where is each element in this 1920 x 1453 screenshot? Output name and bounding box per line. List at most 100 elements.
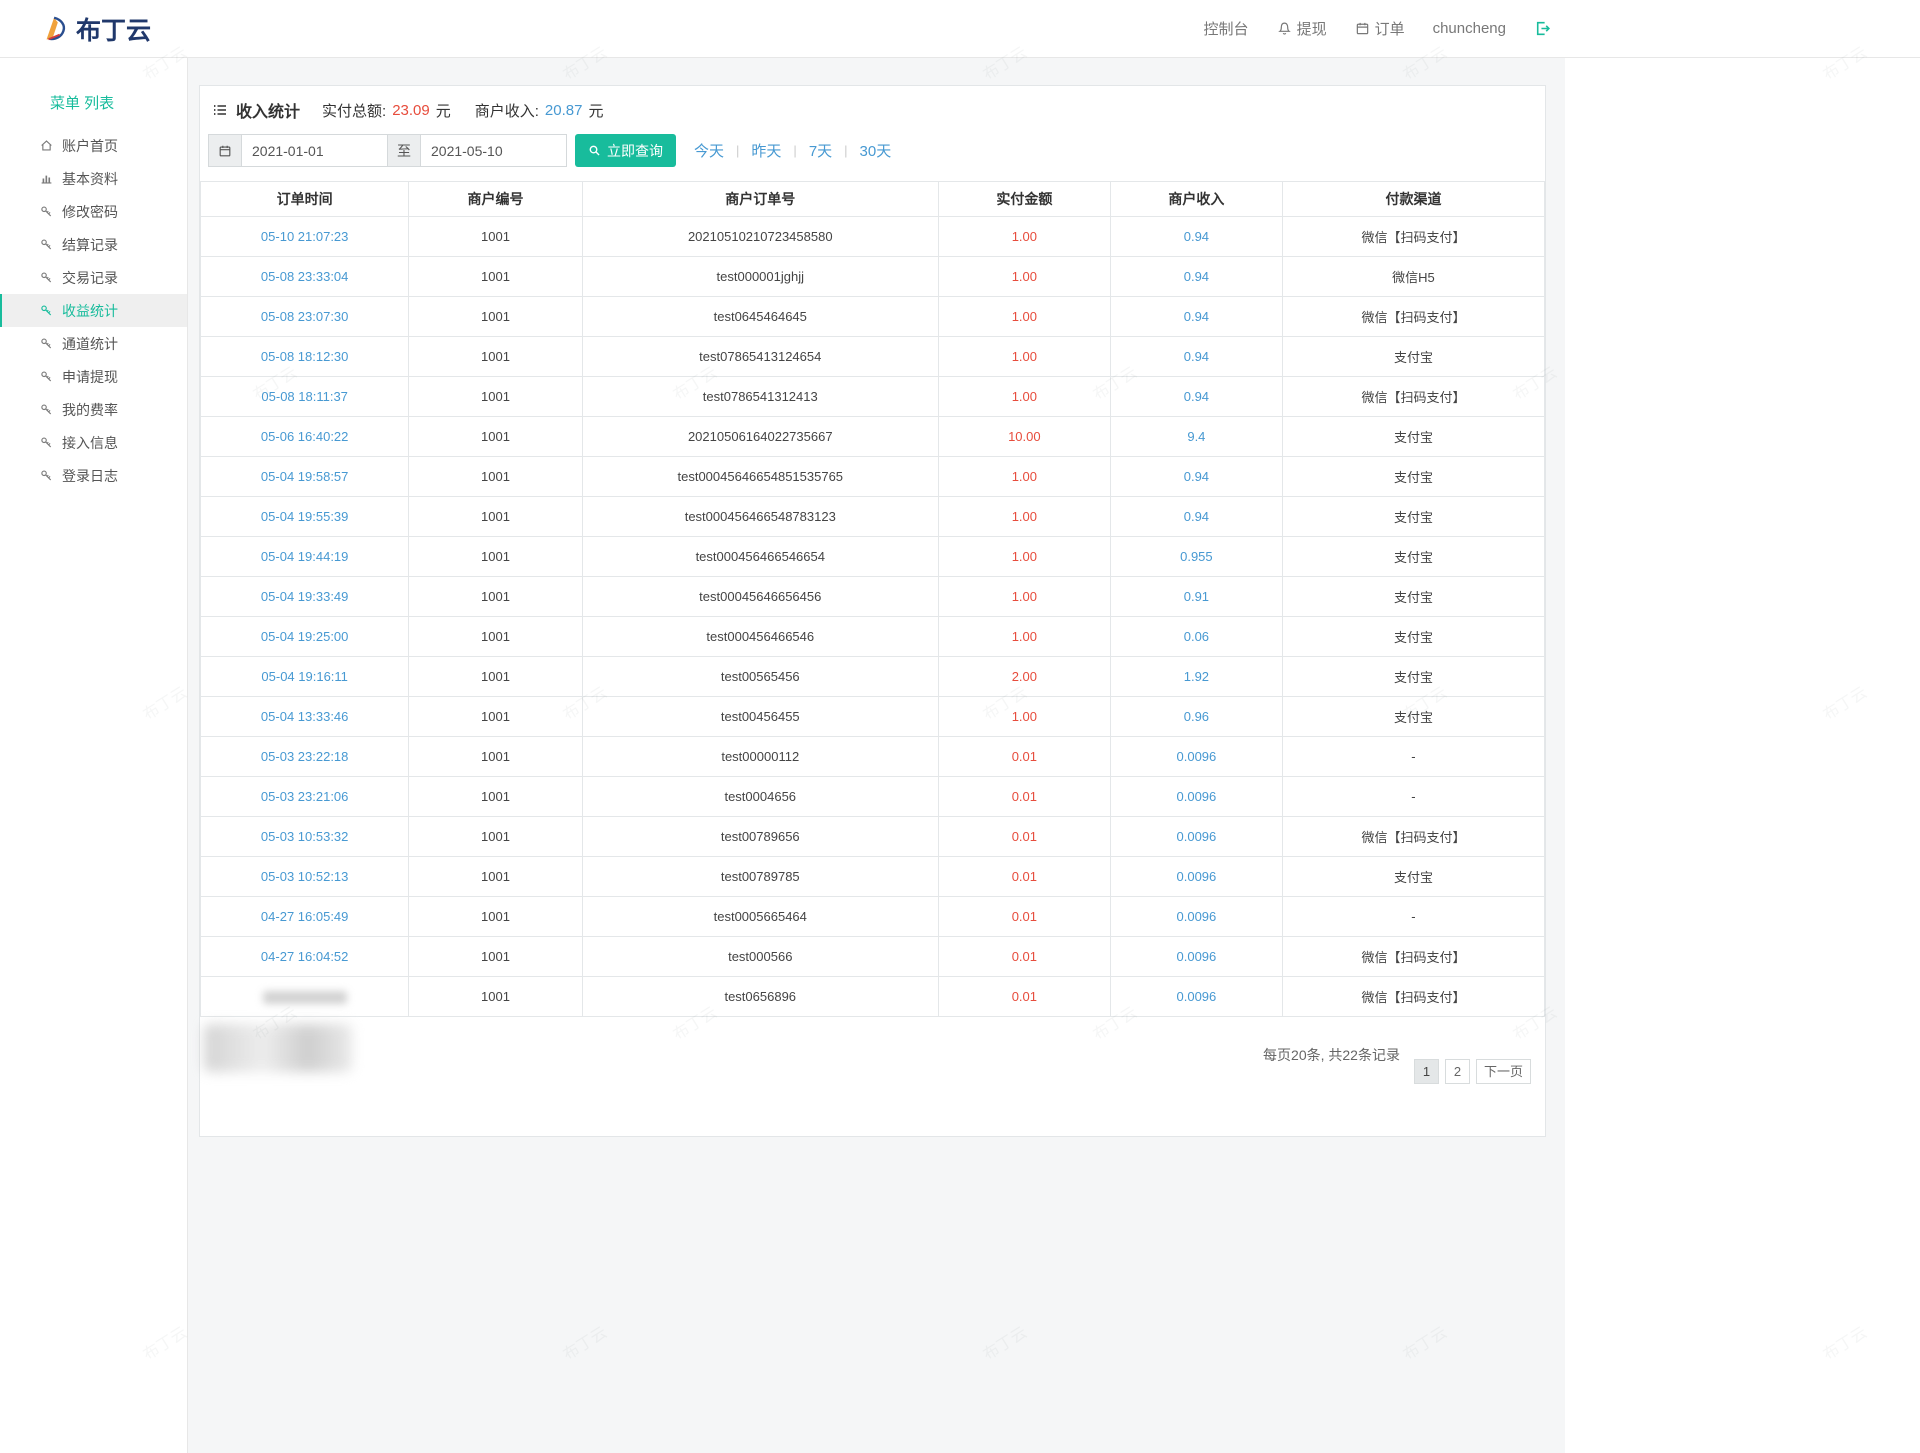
order-no-cell: test000001jghjj — [581, 256, 939, 297]
order-time-link[interactable]: 05-04 19:58:57 — [261, 469, 348, 484]
sidebar-item-label: 结算记录 — [62, 236, 118, 253]
nav-withdraw-link[interactable]: 提现 — [1277, 18, 1327, 39]
order-no-cell: test0004656 — [581, 776, 939, 817]
paid-amount-cell: 1.00 — [937, 296, 1111, 337]
logout-icon[interactable] — [1534, 20, 1551, 37]
order-time-link[interactable]: 05-04 19:44:19 — [261, 549, 348, 564]
main-content: 收入统计 实付总额: 23.09 元 商户收入: 20.87 元 2021-01… — [188, 58, 1565, 1453]
order-time-link[interactable]: 05-03 23:22:18 — [261, 749, 348, 764]
pagination-summary: 每页20条, 共22条记录 — [1263, 1047, 1400, 1063]
nav-orders-link[interactable]: 订单 — [1355, 18, 1405, 39]
sidebar-item-我的费率[interactable]: 我的费率 — [0, 393, 187, 426]
order-time-link[interactable]: 05-04 13:33:46 — [261, 709, 348, 724]
order-time-link[interactable]: 05-06 16:40:22 — [261, 429, 348, 444]
brand-logo[interactable]: 布丁云 — [40, 11, 151, 47]
stats-row: 收入统计 实付总额: 23.09 元 商户收入: 20.87 元 — [200, 86, 1545, 132]
search-button[interactable]: 立即查询 — [575, 134, 676, 167]
next-page-button[interactable]: 下一页 — [1475, 1059, 1531, 1084]
sidebar-item-基本资料[interactable]: 基本资料 — [0, 162, 187, 195]
sidebar-item-登录日志[interactable]: 登录日志 — [0, 459, 187, 492]
paid-amount-cell: 0.01 — [937, 816, 1111, 857]
income-cell: 0.94 — [1109, 336, 1283, 377]
key-icon — [40, 271, 53, 284]
order-time-link[interactable]: 05-04 19:33:49 — [261, 589, 348, 604]
quick-range-link[interactable]: 30天 — [860, 140, 892, 161]
sidebar-item-修改密码[interactable]: 修改密码 — [0, 195, 187, 228]
stat-total-paid-value: 23.09 — [392, 101, 430, 119]
order-time-link[interactable]: 05-10 21:07:23 — [261, 229, 348, 244]
order-time-link[interactable]: 05-08 23:07:30 — [261, 309, 348, 324]
order-time-link[interactable]: 05-03 10:52:13 — [261, 869, 348, 884]
merchant-no-cell: 1001 — [408, 816, 583, 857]
table-row: 05-04 19:25:00 1001 test000456466546 1.00 0.… — [199, 616, 1546, 657]
sidebar-item-通道统计[interactable]: 通道统计 — [0, 327, 187, 360]
sidebar-item-接入信息[interactable]: 接入信息 — [0, 426, 187, 459]
channel-cell: 微信【扫码支付】 — [1281, 376, 1546, 417]
separator: | — [793, 143, 797, 158]
page-number-button[interactable]: 2 — [1444, 1059, 1470, 1084]
paid-amount-cell: 1.00 — [937, 496, 1111, 537]
sidebar-item-交易记录[interactable]: 交易记录 — [0, 261, 187, 294]
income-cell: 0.955 — [1109, 536, 1283, 577]
order-time-link[interactable]: 05-04 19:16:11 — [261, 669, 348, 684]
paid-amount-cell: 1.00 — [937, 256, 1111, 297]
income-cell: 0.94 — [1109, 296, 1283, 337]
merchant-no-cell: 1001 — [408, 376, 583, 417]
order-time-link[interactable]: 05-08 23:33:04 — [261, 269, 348, 284]
channel-cell: 支付宝 — [1281, 856, 1546, 897]
order-no-cell: test00045646654851535765 — [581, 456, 939, 497]
nav-console-link[interactable]: 控制台 — [1204, 18, 1249, 39]
order-no-cell: test0786541312413 — [581, 376, 939, 417]
order-time-link[interactable]: 04-27 16:05:49 — [261, 909, 348, 924]
order-time-link[interactable]: 05-04 19:25:00 — [261, 629, 348, 644]
order-no-cell: 20210506164022735667 — [581, 416, 939, 457]
merchant-no-cell: 1001 — [408, 536, 583, 577]
merchant-no-cell: 1001 — [408, 296, 583, 337]
page-number-button[interactable]: 1 — [1413, 1059, 1439, 1084]
order-time-link[interactable]: 05-04 19:55:39 — [261, 509, 348, 524]
table-row: 05-03 10:52:13 1001 test00789785 0.01 0.0096… — [199, 856, 1546, 897]
top-navbar: 布丁云 控制台 提现 订单 chuncheng — [0, 0, 1920, 58]
sidebar-item-收益统计[interactable]: 收益统计 — [0, 294, 187, 327]
list-icon — [212, 102, 228, 118]
nav-username[interactable]: chuncheng — [1433, 20, 1506, 37]
order-time-link[interactable]: 05-08 18:11:37 — [261, 389, 348, 404]
income-cell: 0.94 — [1109, 376, 1283, 417]
order-no-cell: 20210510210723458580 — [581, 216, 939, 257]
table-row: 04-27 16:04:52 1001 test000566 0.01 0.0096 微信… — [199, 936, 1546, 977]
channel-cell: 微信【扫码支付】 — [1281, 296, 1546, 337]
quick-range-link[interactable]: 7天 — [809, 140, 832, 161]
order-time-cell: 05-08 18:11:37 — [199, 376, 410, 417]
date-to-input[interactable] — [421, 134, 567, 167]
sidebar-item-结算记录[interactable]: 结算记录 — [0, 228, 187, 261]
table-header: 订单时间 商户编号 商户订单号 实付金额 商户收入 付款渠道 — [199, 181, 1546, 217]
order-time-link[interactable]: 05-08 18:12:30 — [261, 349, 348, 364]
order-no-cell: test000456466548783123 — [581, 496, 939, 537]
table-row: 04-27 16:05:49 1001 test0005665464 0.01 0.00… — [199, 896, 1546, 937]
sidebar: 菜单 列表 账户首页 基本资料 修改密码 结算记录 交易记录 收益统计 通道统计 申请提现 我的… — [0, 58, 188, 1453]
sidebar-item-申请提现[interactable]: 申请提现 — [0, 360, 187, 393]
order-time-cell: 05-03 10:53:32 — [199, 816, 410, 857]
sidebar-item-账户首页[interactable]: 账户首页 — [0, 129, 187, 162]
table-row: 05-03 10:53:32 1001 test00789656 0.01 0.0096… — [199, 816, 1546, 857]
date-to-label: 至 — [388, 134, 421, 167]
merchant-no-cell: 1001 — [408, 336, 583, 377]
sidebar-item-label: 我的费率 — [62, 401, 118, 418]
paid-amount-cell: 0.01 — [937, 736, 1111, 777]
order-time-link[interactable]: 04-27 16:04:52 — [261, 949, 348, 964]
quick-range-link[interactable]: 昨天 — [751, 140, 781, 161]
merchant-no-cell: 1001 — [408, 976, 583, 1017]
income-cell: 0.94 — [1109, 496, 1283, 537]
table-row: 05-08 18:12:30 1001 test07865413124654 1.00… — [199, 336, 1546, 377]
order-no-cell: test00045646656456 — [581, 576, 939, 617]
merchant-no-cell: 1001 — [408, 776, 583, 817]
order-time-link[interactable]: 05-03 23:21:06 — [261, 789, 348, 804]
quick-range-link[interactable]: 今天 — [694, 140, 724, 161]
merchant-no-cell: 1001 — [408, 576, 583, 617]
table-row: 05-06 16:40:22 1001 20210506164022735667 10… — [199, 416, 1546, 457]
table-row: 05-08 18:11:37 1001 test0786541312413 1.00 0… — [199, 376, 1546, 417]
order-time-link[interactable]: 05-03 10:53:32 — [261, 829, 348, 844]
content-card: 收入统计 实付总额: 23.09 元 商户收入: 20.87 元 2021-01… — [199, 85, 1546, 1137]
sidebar-item-label: 收益统计 — [62, 302, 118, 319]
date-from-input[interactable] — [242, 134, 388, 167]
